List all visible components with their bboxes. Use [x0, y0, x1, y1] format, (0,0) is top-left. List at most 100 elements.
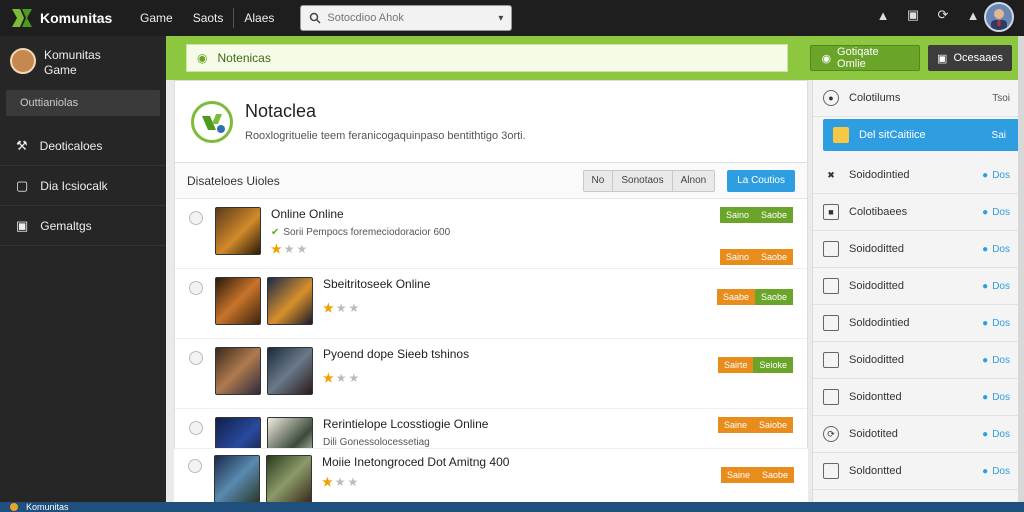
- row-button-2[interactable]: Saobe: [754, 289, 793, 305]
- nav-saots[interactable]: Saots: [183, 0, 234, 36]
- user-avatar[interactable]: [984, 2, 1014, 32]
- notice-box: ◉ Notenicas: [186, 44, 789, 72]
- game-thumbnail: [215, 207, 261, 255]
- game-thumbnail: [215, 347, 261, 395]
- panel-item-value-text: Dos: [992, 354, 1010, 366]
- nav-game[interactable]: Game: [130, 0, 183, 36]
- refresh-icon[interactable]: ⟳: [934, 6, 952, 24]
- game-thumbnail: [267, 347, 313, 395]
- panel-item[interactable]: Soidoditted ● Dos: [813, 231, 1024, 268]
- panel-item-value: ● Dos: [982, 170, 1010, 181]
- wrench-icon: ⚒: [16, 137, 28, 153]
- panel-item-active[interactable]: Del sitCaitiice Sai: [823, 119, 1020, 151]
- panel-item[interactable]: ✖ Soidodintied ● Dos: [813, 157, 1024, 194]
- profile-sub: Game: [44, 63, 77, 77]
- panel-item[interactable]: ⟳ Soidotited ● Dos: [813, 416, 1024, 453]
- segment-sonotaos[interactable]: Sonotaos: [612, 170, 672, 191]
- row-icon: [189, 351, 203, 365]
- sidebar-item-3[interactable]: ▣ Gemaltgs: [0, 206, 166, 246]
- row-thumbs: [214, 455, 312, 502]
- camera-icon[interactable]: ▣: [904, 6, 922, 24]
- green-action-button[interactable]: ◉ Gotiqate Omlie: [810, 45, 920, 71]
- panel-item-value: ● Dos: [982, 392, 1010, 403]
- group-logo-icon: [191, 100, 233, 143]
- taskbar-label[interactable]: Komunitas: [26, 502, 69, 512]
- search-input[interactable]: [327, 12, 493, 24]
- list-item[interactable]: Pyoend dope Sieeb tshinos ★★★ Sairte Sei…: [175, 339, 807, 409]
- row-sub: Dili Gonessolocessetiag: [323, 437, 795, 448]
- tool-icon: ✖: [827, 169, 835, 180]
- taskbar: Komunitas: [0, 502, 1024, 512]
- info-icon: ●: [982, 206, 989, 218]
- panel-item[interactable]: ● Colotilums Tsoi: [813, 80, 1024, 117]
- chevron-down-icon[interactable]: ▾: [498, 13, 503, 24]
- refresh-icon: ⟳: [823, 426, 839, 442]
- row-button-4[interactable]: Saobe: [754, 249, 793, 265]
- row-icon: [189, 421, 203, 435]
- profile-name: Komunitas: [44, 48, 101, 62]
- panel-item-value-text: Dos: [992, 391, 1010, 403]
- panel-item-value: ● Dos: [982, 466, 1010, 477]
- list-item[interactable]: Sbeitritoseek Online ★★★ Saabe Saobe: [175, 269, 807, 339]
- row-button-1[interactable]: Sairte: [717, 357, 754, 373]
- panel-item[interactable]: Soldontted ● Dos: [813, 453, 1024, 490]
- row-button-1[interactable]: Saine: [717, 417, 753, 433]
- panel-item-label: Soidontted: [849, 391, 902, 403]
- segment-no[interactable]: No: [583, 170, 613, 191]
- sidebar-item-2[interactable]: ▢ Dia Icsiocalk: [0, 166, 166, 206]
- dark-action-button[interactable]: ▣ Ocesaaes: [928, 45, 1012, 71]
- sidebar-item-label: Dia Icsiocalk: [40, 178, 108, 193]
- segment-alnon[interactable]: Alnon: [671, 170, 715, 191]
- notice-text: Notenicas: [217, 51, 271, 65]
- panel-item-value-text: Dos: [992, 317, 1010, 329]
- row-button-1[interactable]: Saine: [720, 467, 756, 483]
- row-button-2[interactable]: Saobe: [754, 207, 793, 223]
- panel-item[interactable]: Soidontted ● Dos: [813, 379, 1024, 416]
- page-subtitle: Rooxlogrituelie teem feranicogaquinpaso …: [245, 130, 526, 142]
- panel-item-value-text: Dos: [992, 280, 1010, 292]
- list-title: Disateloes Uioles: [187, 173, 280, 188]
- panel-item-label: Del sitCaitiice: [859, 129, 926, 141]
- row-button-2[interactable]: Saiobe: [752, 417, 793, 433]
- browser-icon[interactable]: [10, 503, 18, 511]
- row-button-2[interactable]: Saobe: [755, 467, 794, 483]
- game-thumbnail: [215, 277, 261, 325]
- blue-button[interactable]: La Coutios: [727, 169, 795, 192]
- nav-alaes[interactable]: Alaes: [234, 0, 284, 36]
- filter-segment: No Sonotaos Alnon: [582, 169, 716, 192]
- game-thumbnail: [267, 277, 313, 325]
- monitor-icon: ▢: [16, 177, 29, 193]
- row-buttons: Sairte Seioke: [717, 357, 793, 373]
- box-icon: [823, 352, 839, 368]
- row-button-1[interactable]: Saino: [719, 207, 755, 223]
- row-info: Online Online ✔ Sorii Pempocs foremeciodo…: [271, 207, 795, 256]
- panel-item[interactable]: Soidoditted ● Dos: [813, 268, 1024, 305]
- content-panel: Notaclea Rooxlogrituelie teem feranicoga…: [174, 80, 808, 502]
- row-sub-text: Sorii Pempocs foremeciodoracior 600: [283, 227, 451, 238]
- row-button-2[interactable]: Seioke: [753, 357, 793, 373]
- panel-item[interactable]: ■ Colotibaees ● Dos: [813, 194, 1024, 231]
- panel-item-value: ● Dos: [982, 318, 1010, 329]
- row-buttons: Saabe Saobe: [716, 289, 793, 305]
- row-buttons: Saine Saobe: [720, 467, 794, 483]
- row-button-3[interactable]: Saino: [719, 249, 755, 265]
- box-icon: [823, 389, 839, 405]
- row-title: Online Online: [271, 207, 344, 221]
- box-icon: [823, 463, 839, 479]
- main-area: ◉ Notenicas ◉ Gotiqate Omlie ▣ Ocesaaes …: [166, 36, 1024, 502]
- sidebar-item-active[interactable]: Outtianiolas: [6, 90, 160, 116]
- notification-icon[interactable]: ▲: [964, 6, 982, 24]
- row-button-1[interactable]: Saabe: [716, 289, 755, 305]
- sidebar-profile[interactable]: Komunitas Game: [0, 36, 166, 86]
- panel-item[interactable]: Soidoditted ● Dos: [813, 342, 1024, 379]
- sidebar-item-1[interactable]: ⚒ Deoticaloes: [0, 126, 166, 166]
- folder-icon: [833, 127, 849, 143]
- alien-icon[interactable]: ▲: [874, 6, 892, 24]
- scrollbar[interactable]: [1018, 36, 1024, 502]
- app-logo[interactable]: Komunitas: [0, 7, 130, 29]
- app-name: Komunitas: [40, 10, 113, 26]
- list-item-partial[interactable]: Moiie Inetongroced Dot Amitng 400 ★★★ Sa…: [174, 448, 808, 502]
- search-box[interactable]: ▾: [300, 5, 513, 31]
- list-item[interactable]: Online Online ✔ Sorii Pempocs foremeciodo…: [175, 199, 807, 269]
- panel-item[interactable]: Soldodintied ● Dos: [813, 305, 1024, 342]
